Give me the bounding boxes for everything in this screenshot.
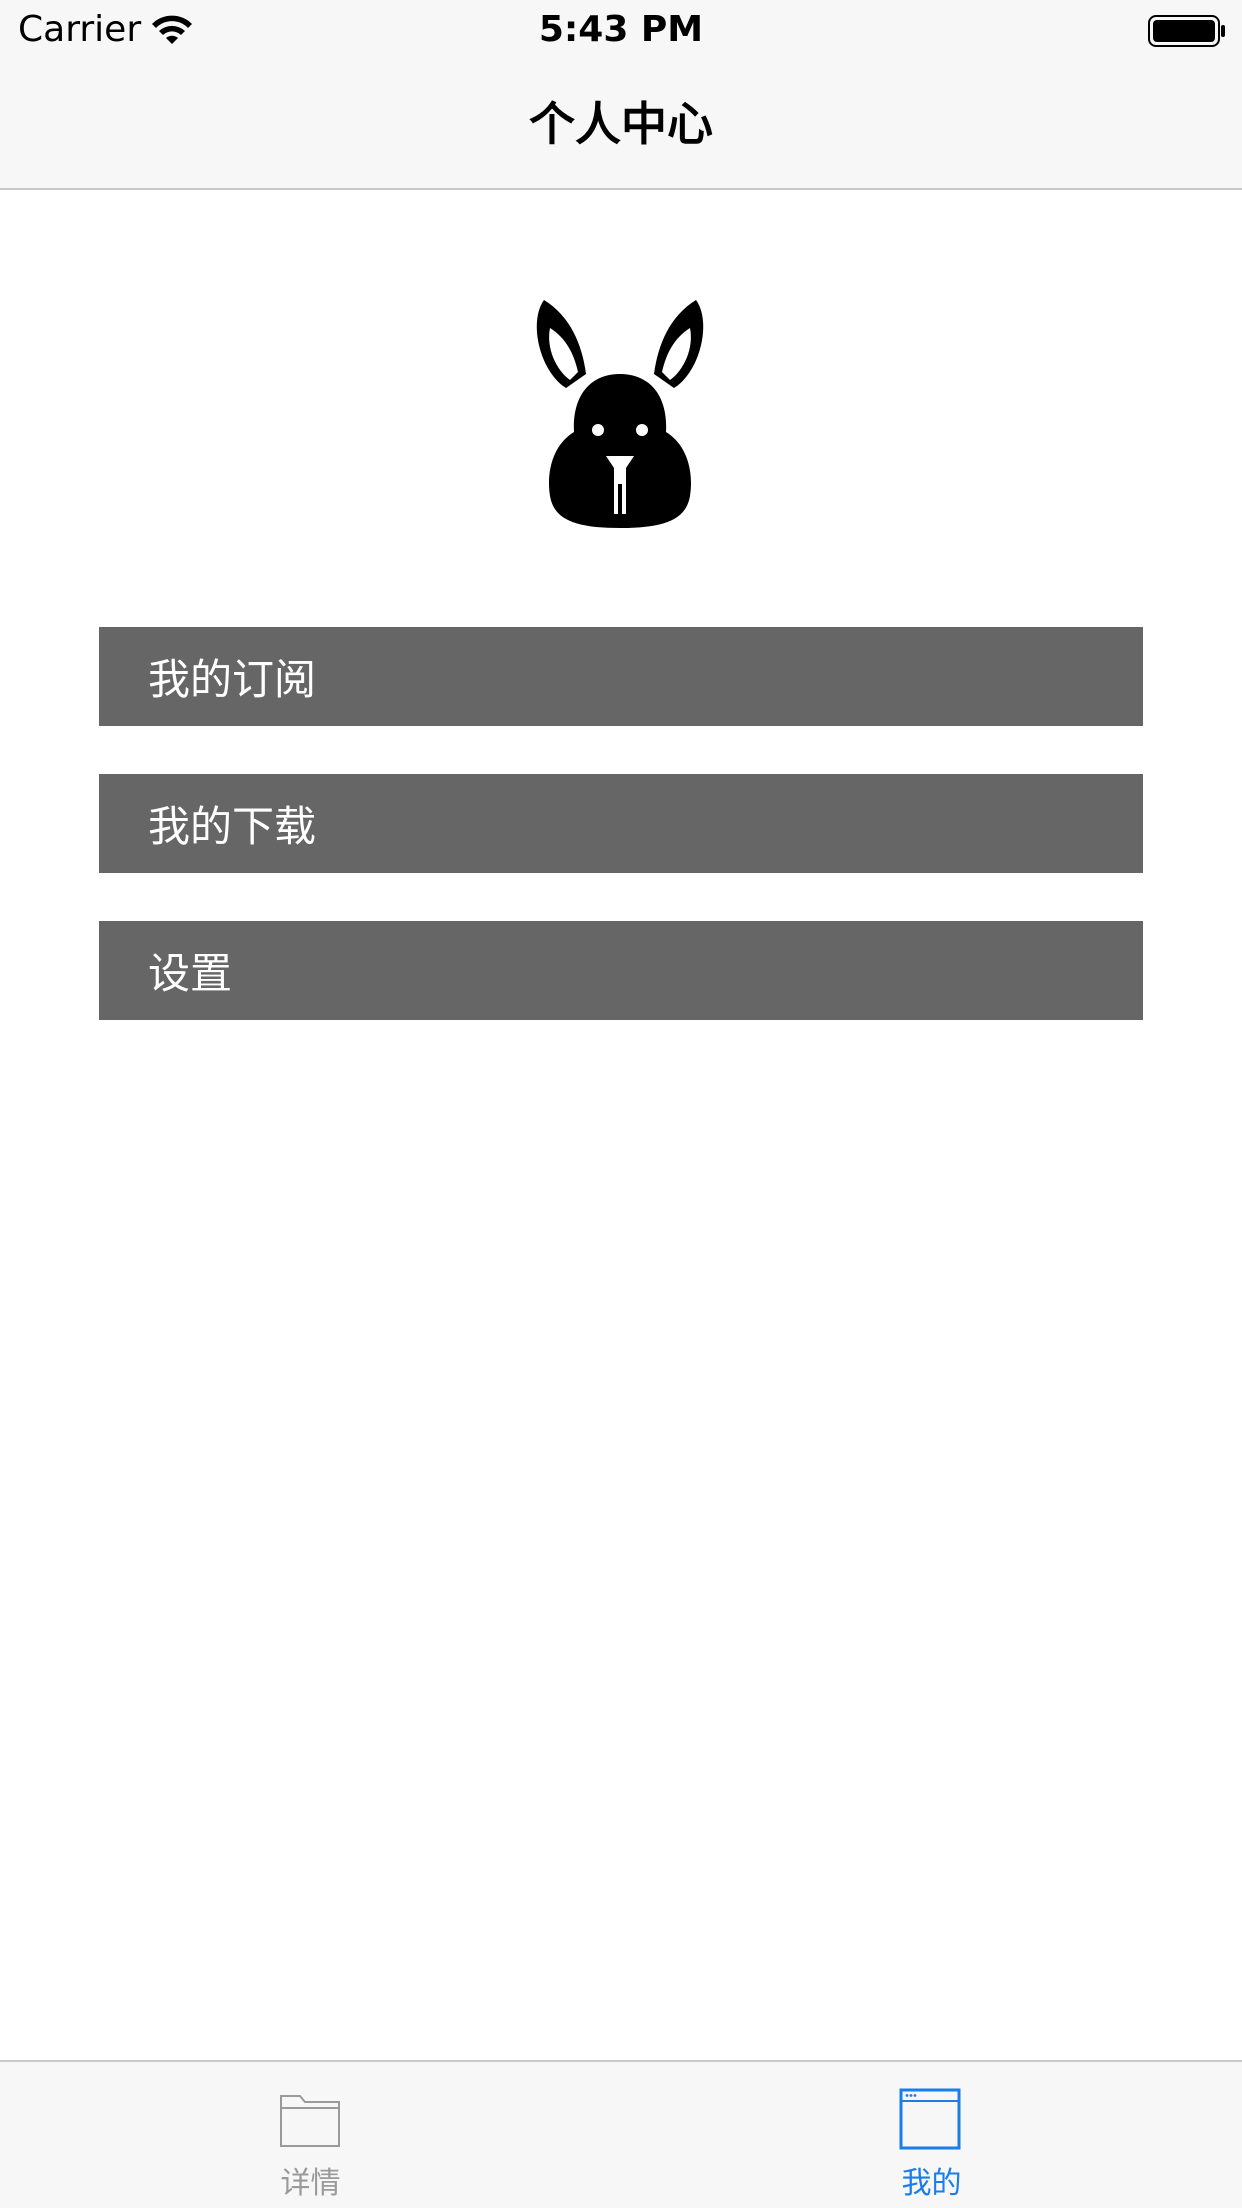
page-title: 个人中心 (529, 97, 713, 151)
tab-details[interactable]: 详情 (0, 2062, 621, 2208)
menu-item-subscriptions[interactable]: 我的订阅 (99, 627, 1143, 726)
tab-mine-label: 我的 (901, 2166, 962, 2201)
status-time: 5:43 PM (538, 9, 704, 50)
tab-bar: 详情 我的 (0, 2060, 1242, 2208)
menu-item-settings[interactable]: 设置 (99, 921, 1143, 1020)
menu-item-label: 我的订阅 (148, 655, 317, 704)
folder-icon (280, 2095, 340, 2147)
navigation-bar: 个人中心 (0, 60, 1242, 190)
menu-item-label: 设置 (148, 949, 233, 998)
tab-mine[interactable]: 我的 (621, 2062, 1242, 2208)
menu-item-label: 我的下载 (148, 802, 317, 851)
battery-icon (1148, 15, 1225, 47)
window-icon (899, 2088, 961, 2150)
rabbit-icon (536, 300, 704, 528)
profile-screen: Carrier 5:43 PM 个人中心 我的订阅 我的下载 设置 详情 我的 (0, 0, 1242, 2208)
menu-item-downloads[interactable]: 我的下载 (99, 774, 1143, 873)
tab-details-label: 详情 (280, 2166, 341, 2201)
status-bar: Carrier 5:43 PM (0, 0, 1242, 60)
